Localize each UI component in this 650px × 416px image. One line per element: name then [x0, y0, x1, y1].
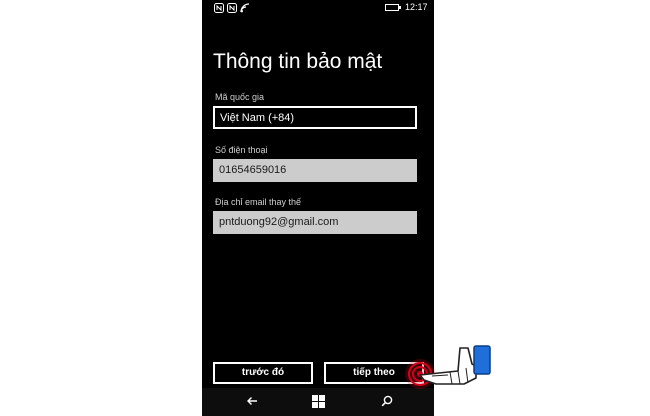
windows-logo-icon[interactable] [312, 395, 325, 408]
back-arrow-icon[interactable] [246, 395, 258, 407]
phone-number-label: Số điện thoại [215, 145, 268, 155]
back-button[interactable]: trước đó [213, 362, 313, 384]
page-title: Thông tin bảo mật [213, 50, 383, 73]
alternate-email-field[interactable]: pntduong92@gmail.com [213, 211, 417, 234]
search-icon[interactable] [381, 395, 393, 407]
alternate-email-label: Địa chỉ email thay thế [215, 197, 302, 207]
nfc-icon [227, 3, 237, 13]
nfc-icon [214, 3, 224, 13]
country-code-label: Mã quốc gia [215, 92, 265, 102]
battery-icon [385, 4, 401, 11]
tap-gesture-hand-icon [405, 345, 491, 389]
phone-number-field[interactable]: 01654659016 [213, 159, 417, 182]
phone-screen: 12:17 Thông tin bảo mật Mã quốc gia Việt… [202, 0, 434, 416]
status-bar: 12:17 [202, 0, 434, 16]
navigation-bar [202, 388, 434, 416]
country-code-select[interactable]: Việt Nam (+84) [213, 106, 417, 129]
wifi-icon [240, 3, 250, 13]
status-time: 12:17 [405, 2, 428, 12]
